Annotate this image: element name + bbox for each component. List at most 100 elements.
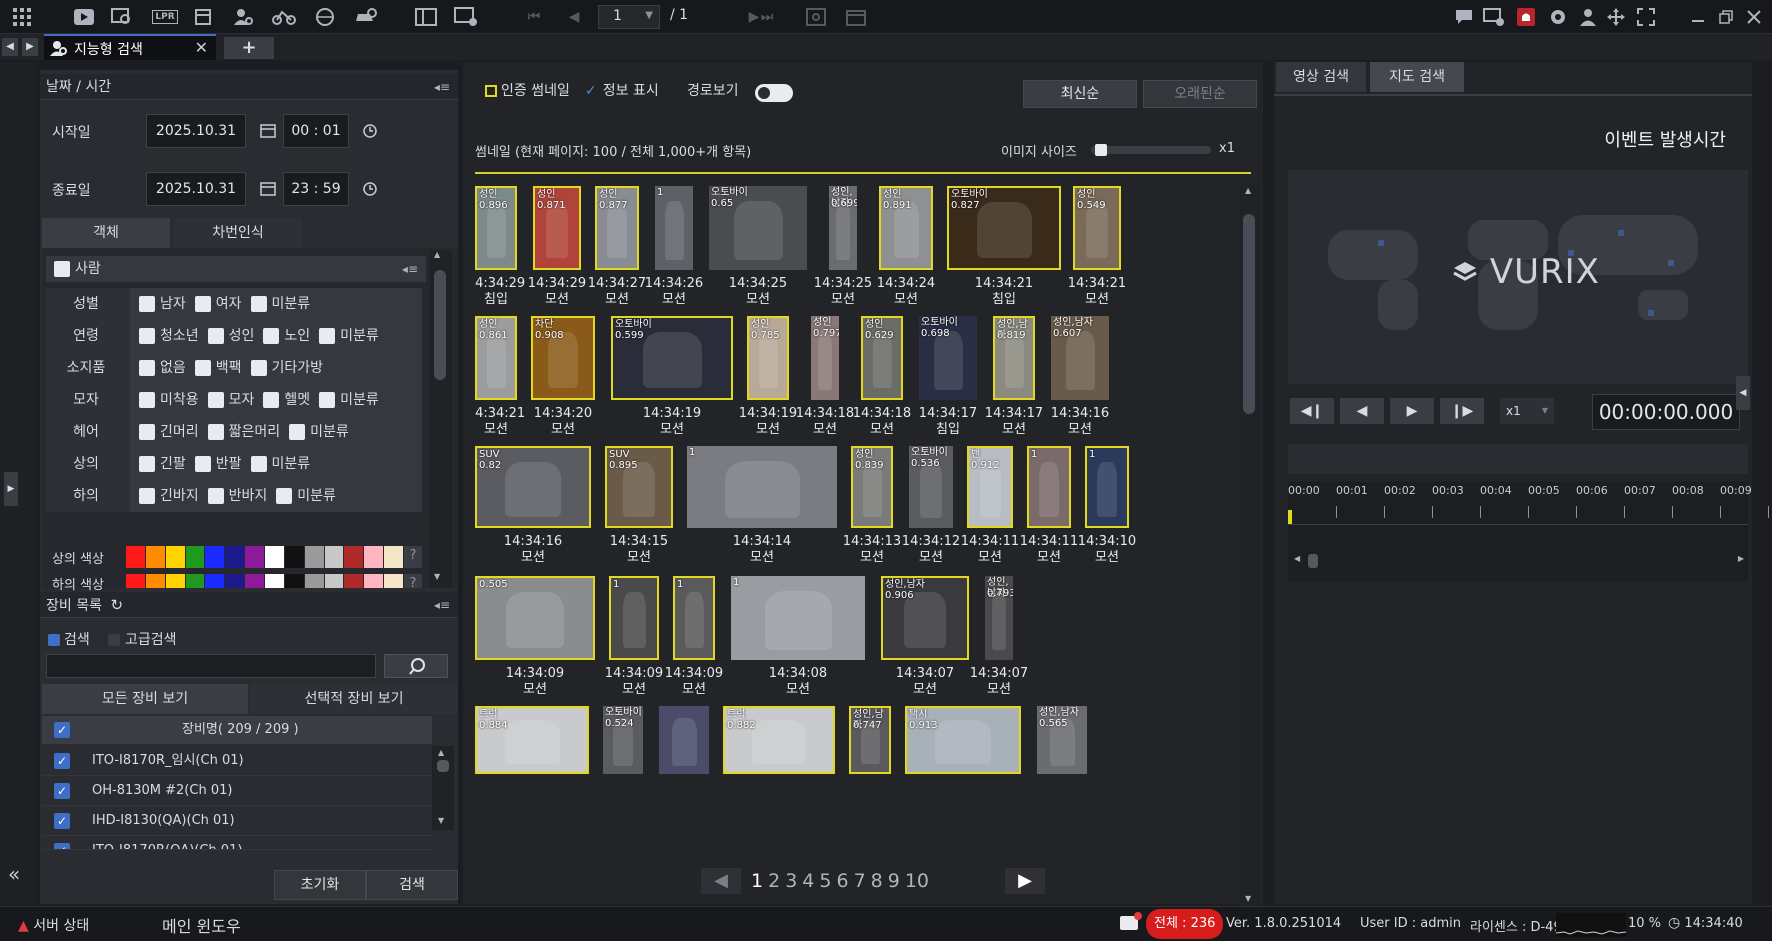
thumbnail[interactable]: 성인,남자 0.607 — [1051, 316, 1109, 400]
collapse-icon[interactable]: ◂≡ — [402, 256, 418, 282]
option-checkbox[interactable] — [250, 360, 267, 376]
unknown-color-swatch[interactable]: ? — [404, 574, 422, 588]
scroll-down-icon[interactable]: ▼ — [1245, 894, 1251, 903]
speed-select[interactable]: x1 ▼ — [1500, 398, 1554, 424]
frame-forward-button[interactable]: ❙▶ — [1440, 398, 1484, 424]
user-icon[interactable] — [1576, 5, 1600, 29]
thumbnail[interactable]: 트럭 0.884 — [475, 706, 589, 774]
device-checkbox[interactable]: ✓ — [54, 783, 70, 799]
thumbnail[interactable]: 성인 0.891 — [879, 186, 933, 270]
search-mode-radio[interactable]: 검색 — [48, 632, 90, 648]
scroll-right-icon[interactable]: ▶ — [1738, 554, 1744, 563]
scroll-up-icon[interactable]: ▲ — [434, 250, 440, 259]
prev-page-button[interactable]: ◀ — [701, 868, 741, 894]
thumbnail[interactable]: SUV 0.82 — [475, 446, 591, 528]
server-status[interactable]: ▲ 서버 상태 — [18, 915, 89, 935]
thumbnail[interactable]: 차단 0.908 — [531, 316, 595, 400]
view-all-devices-tab[interactable]: 모든 장비 보기 — [42, 684, 248, 714]
option-checkbox[interactable] — [319, 392, 336, 408]
color-swatch[interactable] — [284, 574, 304, 588]
thumbnail[interactable]: 성인,남자 0.819 — [993, 316, 1035, 400]
option-checkbox[interactable] — [207, 488, 224, 504]
device-header-row[interactable]: ✓ 장비명( 209 / 209 ) — [42, 716, 432, 744]
end-date-field[interactable]: 2025.10.31 — [146, 172, 246, 206]
tab-lpr[interactable]: 차번인식 — [174, 218, 302, 248]
option-checkbox[interactable] — [207, 328, 224, 344]
device-scrollbar[interactable]: ▲ ▼ — [432, 746, 454, 830]
lpr-icon[interactable]: LPR — [150, 5, 180, 29]
tab-object[interactable]: 객체 — [42, 218, 170, 248]
device-checkbox[interactable]: ✓ — [54, 753, 70, 769]
color-swatch[interactable] — [185, 574, 205, 588]
thumbnail[interactable]: 트럭 0.882 — [723, 706, 835, 774]
device-row[interactable]: ✓ IHD-I8130(QA)(Ch 01) — [42, 806, 432, 836]
attribute-option[interactable]: 반팔 — [194, 456, 242, 472]
unknown-color-swatch[interactable]: ? — [404, 546, 422, 568]
color-swatch[interactable] — [185, 546, 205, 568]
option-checkbox[interactable] — [139, 296, 155, 312]
thumbnail[interactable]: 1 — [731, 576, 865, 660]
page-number[interactable]: 6 — [836, 868, 848, 894]
color-swatch[interactable] — [284, 546, 304, 568]
sort-oldest-button[interactable]: 오래된순 — [1143, 80, 1257, 108]
attribute-option[interactable]: 짧은머리 — [207, 424, 280, 440]
attribute-option[interactable]: 여자 — [194, 296, 242, 312]
filter-scrollbar[interactable]: ▲ ▼ — [430, 250, 452, 588]
color-swatch[interactable] — [265, 574, 284, 588]
thumbnail[interactable]: 택시 0.913 — [905, 706, 1021, 774]
attribute-option[interactable]: 모자 — [207, 392, 254, 408]
page-number[interactable]: 9 — [888, 868, 900, 894]
attribute-option[interactable]: 미분류 — [250, 456, 310, 472]
fullscreen-icon[interactable] — [1634, 5, 1658, 29]
thumbnail[interactable]: 성인,남자 0.793 — [985, 576, 1013, 660]
end-time-field[interactable]: 23 : 59 — [283, 172, 349, 206]
attribute-option[interactable]: 백팩 — [194, 360, 242, 376]
device-checkbox[interactable]: ✓ — [54, 843, 70, 849]
option-checkbox[interactable] — [250, 456, 267, 472]
color-swatch[interactable] — [165, 574, 185, 588]
thumbnail[interactable]: 성인,남자 0.906 — [881, 576, 969, 660]
export-icon[interactable] — [844, 5, 868, 29]
thumbnail[interactable]: 성인 0.797 — [811, 316, 839, 400]
color-swatch[interactable] — [245, 546, 265, 568]
color-swatch[interactable] — [324, 574, 344, 588]
person-checkbox[interactable] — [54, 261, 70, 277]
option-checkbox[interactable] — [276, 488, 293, 504]
attribute-option[interactable]: 없음 — [139, 360, 186, 376]
option-checkbox[interactable] — [319, 328, 336, 344]
option-checkbox[interactable] — [207, 424, 224, 440]
thumbnail[interactable]: 성인 0.861 — [475, 316, 517, 400]
start-date-field[interactable]: 2025.10.31 — [146, 114, 246, 148]
device-row[interactable]: ✓ ITO-I8170R_임시(Ch 01) — [42, 746, 432, 776]
thumbnail[interactable]: 성인,남자 0.699 — [829, 186, 857, 270]
select-all-checkbox[interactable]: ✓ — [54, 722, 70, 738]
color-swatch[interactable] — [205, 546, 225, 568]
option-checkbox[interactable] — [289, 424, 306, 440]
notification-icon[interactable] — [1120, 912, 1142, 930]
color-swatch[interactable] — [364, 546, 384, 568]
page-number[interactable]: 8 — [871, 868, 883, 894]
color-swatch[interactable] — [165, 546, 185, 568]
thumbnail[interactable]: 밴 0.912 — [967, 446, 1013, 528]
frame-back-button[interactable]: ◀❙ — [1290, 398, 1334, 424]
thumbnail[interactable]: 1 — [673, 576, 715, 660]
scroll-thumb[interactable] — [1243, 214, 1255, 414]
thumbnail[interactable]: 성인,남자 0.565 — [1037, 706, 1087, 774]
timeline-scrollbar[interactable]: ◀ ▶ — [1294, 554, 1744, 568]
thumbnail[interactable]: 오토바이 0.536 — [909, 446, 953, 528]
attribute-option[interactable]: 헬멧 — [263, 392, 310, 408]
thumbnail[interactable]: 성인 0.896 — [475, 186, 517, 270]
thumbnail[interactable]: 1 — [655, 186, 693, 270]
option-checkbox[interactable] — [250, 296, 267, 312]
collapse-panel-icon[interactable]: « — [8, 862, 20, 886]
person-category-header[interactable]: 사람 ◂≡ — [46, 256, 426, 282]
scroll-up-icon[interactable]: ▲ — [438, 748, 444, 757]
thumbnail[interactable]: 오토바이 0.65 — [709, 186, 807, 270]
page-number[interactable]: 4 — [802, 868, 814, 894]
attribute-option[interactable]: 미분류 — [276, 488, 336, 504]
option-checkbox[interactable] — [194, 456, 211, 472]
page-number[interactable]: 3 — [785, 868, 797, 894]
color-swatch[interactable] — [344, 574, 364, 588]
tab-intelligent-search[interactable]: 지능형 검색 ✕ — [44, 34, 216, 60]
color-swatch[interactable] — [304, 546, 324, 568]
